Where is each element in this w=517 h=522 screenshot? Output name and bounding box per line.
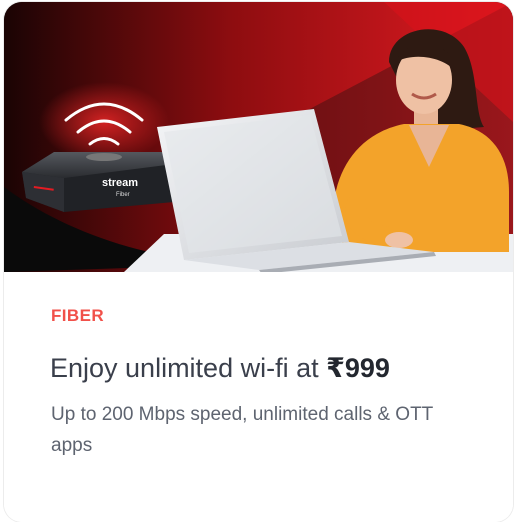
offer-headline: Enjoy unlimited wi-fi at ₹999 — [50, 353, 390, 384]
hero-illustration: stream Fiber — [4, 2, 513, 272]
offer-description: Up to 200 Mbps speed, unlimited calls & … — [51, 404, 433, 456]
hero-banner: stream Fiber — [4, 2, 513, 272]
fiber-offer-card[interactable]: stream Fiber FIBER Enjoy unlimited wi-fi… — [4, 2, 513, 522]
router-brand-label: stream — [102, 177, 138, 189]
card-body: FIBER Enjoy unlimited wi-fi at ₹999 Up t… — [4, 272, 513, 522]
offer-price: ₹999 — [326, 353, 390, 383]
category-label: FIBER — [51, 306, 104, 325]
router-device: stream Fiber — [22, 152, 174, 212]
router-sub-label: Fiber — [116, 192, 130, 198]
headline-text: Enjoy unlimited wi-fi at — [50, 353, 327, 383]
